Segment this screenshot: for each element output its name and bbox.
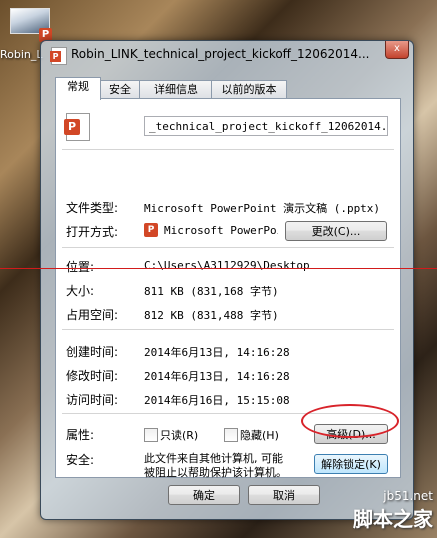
security-text-line-2: 被阻止以帮助保护该计算机。: [144, 466, 287, 479]
tab-security[interactable]: 安全: [99, 80, 141, 99]
attributes-label: 属性:: [66, 428, 95, 442]
accessed-label: 访问时间:: [66, 393, 119, 407]
size-on-disk-label: 占用空间:: [66, 308, 119, 322]
size-label: 大小:: [66, 284, 95, 298]
file-type-label: 文件类型:: [66, 201, 119, 215]
security-label: 安全:: [66, 453, 95, 467]
tab-previous-versions[interactable]: 以前的版本: [211, 80, 287, 99]
location-label: 位置:: [66, 260, 95, 274]
divider: [62, 329, 394, 330]
readonly-checkbox[interactable]: [144, 428, 158, 442]
title-bar[interactable]: P Robin_LINK_technical_project_kickoff_1…: [41, 41, 413, 69]
cancel-button[interactable]: 取消: [248, 485, 320, 505]
watermark-url: jb51.net: [383, 489, 433, 503]
created-label: 创建时间:: [66, 345, 119, 359]
modified-value: 2014年6月13日, 14:16:28: [144, 370, 290, 383]
hidden-checkbox[interactable]: [224, 428, 238, 442]
accessed-value: 2014年6月16日, 15:15:08: [144, 394, 290, 407]
file-type-icon: P: [64, 113, 90, 141]
size-value: 811 KB (831,168 字节): [144, 285, 279, 298]
location-value: C:\Users\A3112929\Desktop: [144, 259, 310, 272]
modified-label: 修改时间:: [66, 369, 119, 383]
close-button[interactable]: x: [385, 41, 409, 59]
properties-dialog: P Robin_LINK_technical_project_kickoff_1…: [40, 40, 414, 520]
file-name-field[interactable]: _technical_project_kickoff_12062014.pptx: [144, 116, 388, 136]
crosshair-line: [0, 268, 437, 269]
watermark-brand: 脚本之家: [353, 507, 433, 531]
size-on-disk-value: 812 KB (831,488 字节): [144, 309, 279, 322]
created-value: 2014年6月13日, 14:16:28: [144, 346, 290, 359]
document-icon: P: [50, 47, 67, 65]
highlight-ring: [301, 404, 399, 438]
tab-general[interactable]: 常规: [55, 77, 101, 100]
hidden-label[interactable]: 隐藏(H): [240, 427, 279, 443]
desktop-icon-label[interactable]: Robin_L: [0, 48, 43, 61]
window-title: Robin_LINK_technical_project_kickoff_120…: [71, 47, 370, 61]
change-button[interactable]: 更改(C)...: [285, 221, 387, 241]
watermark: jb51.net 脚本之家: [353, 489, 433, 532]
readonly-label[interactable]: 只读(R): [160, 427, 198, 443]
divider: [62, 247, 394, 248]
file-type-value: Microsoft PowerPoint 演示文稿 (.pptx): [144, 202, 381, 215]
divider: [62, 149, 394, 150]
ok-button[interactable]: 确定: [168, 485, 240, 505]
open-with-value: Microsoft PowerPoir: [164, 224, 278, 237]
open-with-label: 打开方式:: [66, 225, 119, 239]
tab-details[interactable]: 详细信息: [139, 80, 213, 99]
powerpoint-icon: P: [144, 223, 158, 237]
unblock-button[interactable]: 解除锁定(K): [314, 454, 388, 474]
